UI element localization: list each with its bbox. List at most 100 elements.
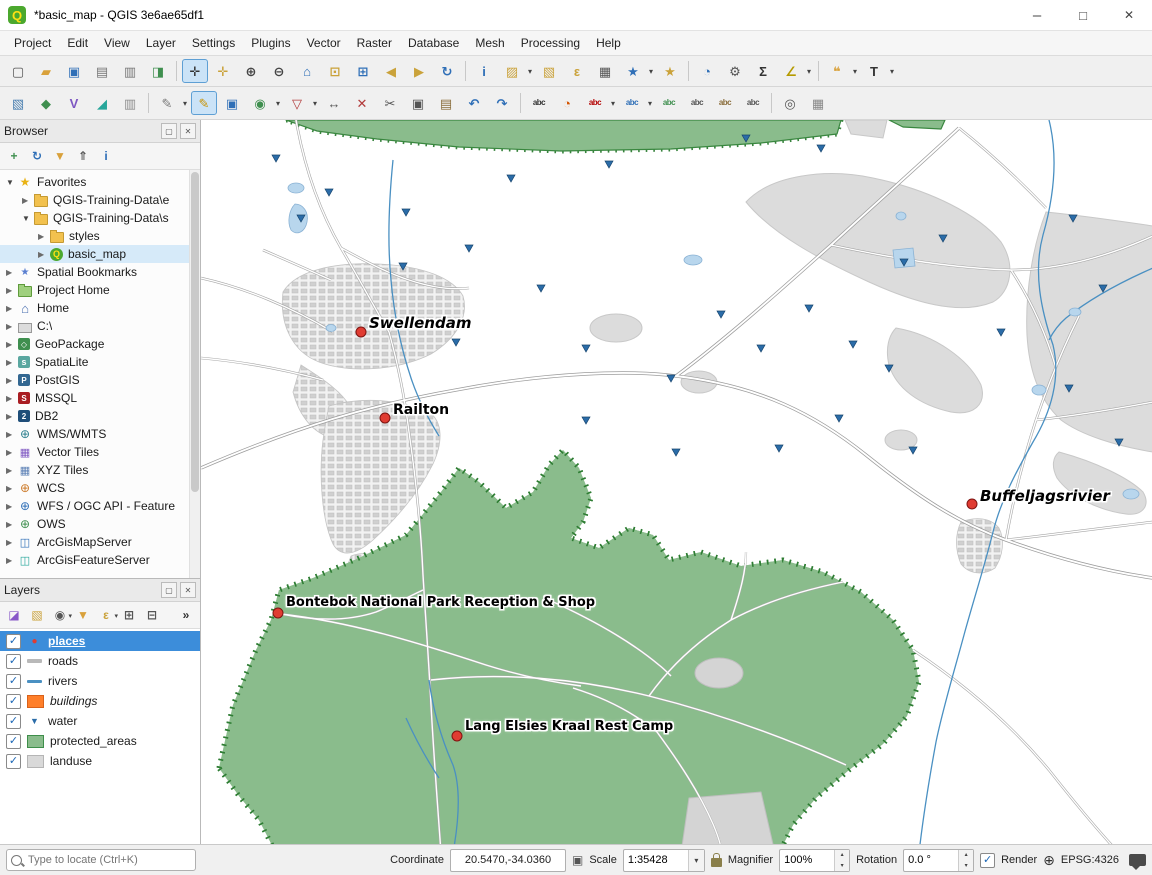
layer-checkbox[interactable] [6, 674, 21, 689]
add-feature-button[interactable]: ◉ [247, 91, 282, 115]
undo-button[interactable]: ↶ [461, 91, 487, 115]
statistics-button[interactable]: Σ [750, 59, 776, 83]
filter-browser-button[interactable]: ▼ [49, 145, 71, 167]
browser-item[interactable]: basic_map [0, 245, 200, 263]
select-by-expression-button[interactable]: ε [564, 59, 590, 83]
select-features-button[interactable]: ▨ [499, 59, 534, 83]
measure-button[interactable]: ∠ [778, 59, 813, 83]
crs-label[interactable]: EPSG:4326 [1061, 854, 1119, 866]
expand-arrow-icon[interactable] [38, 232, 50, 241]
refresh-map-button[interactable]: ↻ [434, 59, 460, 83]
layer-labeling-button[interactable]: abc [526, 91, 552, 115]
locate-input[interactable] [26, 853, 170, 867]
scale-combo[interactable]: ▾ [623, 849, 705, 872]
highlight-pinned-labels-button[interactable]: abc [656, 91, 682, 115]
properties-button[interactable]: i [95, 145, 117, 167]
expand-arrow-icon[interactable] [6, 268, 18, 277]
expand-arrow-icon[interactable] [6, 538, 18, 547]
menu-item[interactable]: Plugins [243, 33, 298, 53]
menu-item[interactable]: View [96, 33, 138, 53]
zoom-in-button[interactable]: ⊕ [238, 59, 264, 83]
browser-scrollbar[interactable] [189, 170, 200, 578]
open-attribute-table-button[interactable]: ▦ [592, 59, 618, 83]
expand-arrow-icon[interactable] [6, 340, 18, 349]
new-spatialite-layer-button[interactable]: ◢ [89, 91, 115, 115]
layers-close-button[interactable] [180, 582, 196, 598]
layer-styling-button[interactable]: ◪ [3, 604, 25, 626]
menu-item[interactable]: Mesh [467, 33, 512, 53]
new-print-layout-button[interactable]: ▤ [89, 59, 115, 83]
panel-overflow-button[interactable]: » [175, 604, 197, 626]
open-project-button[interactable]: ▰ [33, 59, 59, 83]
show-bookmarks-button[interactable]: ★ [620, 59, 655, 83]
messages-icon[interactable] [1129, 854, 1146, 866]
expand-arrow-icon[interactable] [6, 466, 18, 475]
layer-checkbox[interactable] [6, 754, 21, 769]
layers-float-button[interactable] [161, 582, 177, 598]
browser-item[interactable]: WMS/WMTS [0, 425, 200, 443]
temporal-controller-button[interactable]: ◔ [694, 59, 720, 83]
expand-arrow-icon[interactable] [6, 376, 18, 385]
move-feature-button[interactable]: ↔ [321, 91, 347, 115]
new-shapefile-layer-button[interactable]: V [61, 91, 87, 115]
layer-item[interactable]: water [0, 711, 200, 731]
browser-item[interactable]: SpatiaLite [0, 353, 200, 371]
menu-item[interactable]: Layer [138, 33, 184, 53]
browser-item[interactable]: Vector Tiles [0, 443, 200, 461]
pan-map-button[interactable]: ✛ [182, 59, 208, 83]
add-group-button[interactable]: ▧ [26, 604, 48, 626]
zoom-last-button[interactable]: ◀ [378, 59, 404, 83]
layer-checkbox[interactable] [6, 634, 21, 649]
browser-item[interactable]: QGIS-Training-Data\e [0, 191, 200, 209]
menu-item[interactable]: Vector [299, 33, 349, 53]
expand-arrow-icon[interactable] [22, 196, 34, 205]
options-button[interactable]: ⚙ [722, 59, 748, 83]
layer-diagram-button[interactable]: ◔ [554, 91, 580, 115]
expand-arrow-icon[interactable] [6, 448, 18, 457]
extents-icon[interactable]: ▣ [572, 854, 583, 866]
expand-arrow-icon[interactable] [6, 322, 18, 331]
browser-close-button[interactable] [180, 123, 196, 139]
menu-item[interactable]: Project [6, 33, 59, 53]
layer-checkbox[interactable] [6, 734, 21, 749]
identify-features-button[interactable]: i [471, 59, 497, 83]
new-geopackage-layer-button[interactable]: ◆ [33, 91, 59, 115]
filter-expression-button[interactable]: ε [95, 604, 117, 626]
add-selected-layers-button[interactable]: + [3, 145, 25, 167]
browser-item[interactable]: C:\ [0, 317, 200, 335]
expand-arrow-icon[interactable] [6, 358, 18, 367]
rotation-input[interactable] [904, 853, 958, 867]
grid-button[interactable]: ▦ [805, 91, 831, 115]
browser-item[interactable]: GeoPackage [0, 335, 200, 353]
browser-item[interactable]: XYZ Tiles [0, 461, 200, 479]
lock-icon[interactable] [711, 858, 722, 867]
current-edits-button[interactable]: ✎ [154, 91, 189, 115]
vertex-tool-button[interactable]: ▽ [284, 91, 319, 115]
new-annotation-button[interactable]: ❝ [824, 59, 859, 83]
expand-arrow-icon[interactable] [6, 556, 18, 565]
delete-selected-button[interactable]: ✕ [349, 91, 375, 115]
layer-item[interactable]: rivers [0, 671, 200, 691]
browser-item[interactable]: PostGIS [0, 371, 200, 389]
zoom-to-layer-button[interactable]: ⊞ [350, 59, 376, 83]
manage-themes-button[interactable]: ◉ [49, 604, 71, 626]
map-canvas[interactable]: Swellendam Railton Buffeljagsrivier Bont… [201, 120, 1152, 844]
place-search-button[interactable]: ◎ [777, 91, 803, 115]
close-button[interactable] [1106, 0, 1152, 30]
expand-arrow-icon[interactable] [6, 430, 18, 439]
copy-features-button[interactable]: ▣ [405, 91, 431, 115]
browser-item[interactable]: WFS / OGC API - Feature [0, 497, 200, 515]
browser-item[interactable]: MSSQL [0, 389, 200, 407]
new-bookmark-button[interactable]: ★ [657, 59, 683, 83]
expand-arrow-icon[interactable] [6, 286, 18, 295]
locate-search[interactable] [6, 849, 196, 871]
style-manager-button[interactable]: ◨ [145, 59, 171, 83]
expand-all-button[interactable]: ⊞ [118, 604, 140, 626]
browser-item[interactable]: ArcGisMapServer [0, 533, 200, 551]
crs-globe-icon[interactable] [1043, 852, 1055, 869]
layer-checkbox[interactable] [6, 694, 21, 709]
pin-unpin-labels-button[interactable]: abc [619, 91, 654, 115]
scale-dropdown-icon[interactable]: ▾ [688, 850, 704, 871]
collapse-all-button[interactable]: ⇑ [72, 145, 94, 167]
layer-item[interactable]: protected_areas [0, 731, 200, 751]
